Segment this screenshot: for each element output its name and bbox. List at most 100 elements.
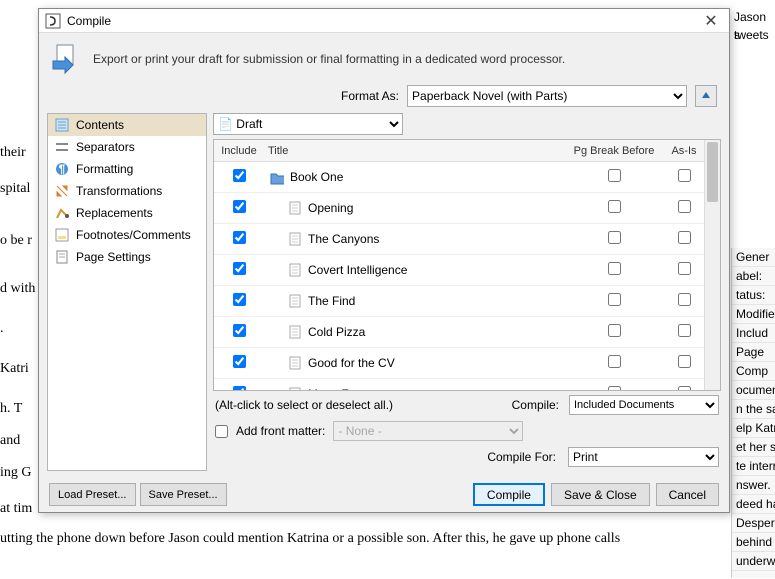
- asis-checkbox[interactable]: [678, 231, 691, 244]
- row-title: The Canyons: [308, 232, 379, 246]
- col-pgbreak[interactable]: Pg Break Before: [564, 145, 664, 157]
- load-preset-button[interactable]: Load Preset...: [49, 483, 136, 506]
- bg-inspector: Generabel:tatus:Modified:IncludPageCompo…: [731, 248, 775, 578]
- compile-nav: Contents Separators¶FormattingTransformat…: [47, 113, 207, 471]
- include-checkbox[interactable]: [233, 262, 246, 275]
- table-row[interactable]: Opening: [214, 193, 704, 224]
- asis-checkbox[interactable]: [678, 200, 691, 213]
- nav-label: Page Settings: [76, 250, 151, 264]
- format-up-button[interactable]: [695, 85, 717, 107]
- app-icon: [45, 13, 61, 29]
- asis-checkbox[interactable]: [678, 293, 691, 306]
- document-icon: [288, 387, 302, 390]
- close-icon[interactable]: ✕: [699, 11, 723, 31]
- inspector-frag: elp Katr: [732, 419, 775, 438]
- col-asis[interactable]: As-Is: [664, 145, 704, 157]
- pgbreak-checkbox[interactable]: [608, 324, 621, 337]
- documents-grid: Include Title Pg Break Before As-Is Book…: [213, 139, 721, 391]
- draft-select[interactable]: 📄 Draft: [213, 113, 403, 135]
- header: Export or print your draft for submissio…: [39, 33, 729, 81]
- document-icon: [288, 201, 302, 215]
- format-as-select[interactable]: Paperback Novel (with Parts): [407, 85, 687, 107]
- row-title: The Find: [308, 294, 355, 308]
- dialog-description: Export or print your draft for submissio…: [93, 52, 565, 66]
- table-row[interactable]: The Canyons: [214, 224, 704, 255]
- asis-checkbox[interactable]: [678, 386, 691, 390]
- inspector-frag: Modified:: [732, 305, 775, 324]
- pgbreak-checkbox[interactable]: [608, 355, 621, 368]
- inspector-frag: ocumen: [732, 381, 775, 400]
- asis-checkbox[interactable]: [678, 324, 691, 337]
- compile-scope-label: Compile:: [512, 398, 559, 412]
- transformations-icon: [54, 183, 70, 199]
- asis-checkbox[interactable]: [678, 262, 691, 275]
- include-checkbox[interactable]: [233, 200, 246, 213]
- col-title[interactable]: Title: [264, 145, 564, 157]
- titlebar: Compile ✕: [39, 9, 729, 33]
- inspector-frag: deed ha: [732, 495, 775, 514]
- asis-checkbox[interactable]: [678, 355, 691, 368]
- front-matter-label: Add front matter:: [236, 424, 325, 438]
- svg-text:¶: ¶: [59, 162, 66, 176]
- pgbreak-checkbox[interactable]: [608, 169, 621, 182]
- table-row[interactable]: Book One: [214, 162, 704, 193]
- asis-checkbox[interactable]: [678, 169, 691, 182]
- inspector-frag: Page: [732, 343, 775, 362]
- col-include[interactable]: Include: [214, 145, 264, 157]
- nav-label: Contents: [76, 118, 124, 132]
- page-icon: [54, 249, 70, 265]
- document-icon: [288, 356, 302, 370]
- pgbreak-checkbox[interactable]: [608, 200, 621, 213]
- compile-for-label: Compile For:: [215, 450, 560, 464]
- include-checkbox[interactable]: [233, 324, 246, 337]
- pgbreak-checkbox[interactable]: [608, 231, 621, 244]
- nav-page[interactable]: Page Settings: [48, 246, 206, 268]
- pgbreak-checkbox[interactable]: [608, 293, 621, 306]
- table-row[interactable]: Moon Face: [214, 379, 704, 390]
- table-row[interactable]: Cold Pizza: [214, 317, 704, 348]
- compile-button[interactable]: Compile: [473, 483, 545, 506]
- nav-separators[interactable]: Separators: [48, 136, 206, 158]
- compile-for-select[interactable]: Print: [568, 447, 719, 467]
- inspector-frag: n the sar: [732, 400, 775, 419]
- nav-replacements[interactable]: Replacements: [48, 202, 206, 224]
- vertical-scrollbar[interactable]: [704, 140, 720, 390]
- formatting-icon: ¶: [54, 161, 70, 177]
- include-checkbox[interactable]: [233, 386, 246, 390]
- select-hint: (Alt-click to select or deselect all.): [215, 398, 393, 412]
- folder-icon: [270, 170, 284, 184]
- table-row[interactable]: Good for the CV: [214, 348, 704, 379]
- nav-transformations[interactable]: Transformations: [48, 180, 206, 202]
- row-title: Good for the CV: [308, 356, 395, 370]
- include-checkbox[interactable]: [233, 293, 246, 306]
- nav-formatting[interactable]: ¶Formatting: [48, 158, 206, 180]
- export-icon: [51, 43, 83, 75]
- pgbreak-checkbox[interactable]: [608, 262, 621, 275]
- compile-scope-select[interactable]: Included Documents: [569, 395, 719, 415]
- include-checkbox[interactable]: [233, 231, 246, 244]
- cancel-button[interactable]: Cancel: [656, 483, 719, 506]
- front-matter-select: - None -: [333, 421, 523, 441]
- inspector-frag: nswer.: [732, 476, 775, 495]
- inspector-frag: behind Li: [732, 533, 775, 552]
- inspector-frag: et her s: [732, 438, 775, 457]
- table-row[interactable]: The Find: [214, 286, 704, 317]
- inspector-frag: abel:: [732, 267, 775, 286]
- inspector-frag: tatus:: [732, 286, 775, 305]
- inspector-frag: Desperat: [732, 514, 775, 533]
- include-checkbox[interactable]: [233, 169, 246, 182]
- row-title: Book One: [290, 170, 343, 184]
- compile-dialog: Compile ✕ Export or print your draft for…: [38, 8, 730, 513]
- front-matter-checkbox[interactable]: [215, 425, 228, 438]
- footnotes-icon: [54, 227, 70, 243]
- include-checkbox[interactable]: [233, 355, 246, 368]
- document-icon: [288, 232, 302, 246]
- save-close-button[interactable]: Save & Close: [551, 483, 650, 506]
- nav-footnotes[interactable]: Footnotes/Comments: [48, 224, 206, 246]
- save-preset-button[interactable]: Save Preset...: [140, 483, 227, 506]
- table-row[interactable]: Covert Intelligence: [214, 255, 704, 286]
- pgbreak-checkbox[interactable]: [608, 386, 621, 390]
- nav-contents[interactable]: Contents: [48, 114, 206, 136]
- inspector-frag: Comp: [732, 362, 775, 381]
- row-title: Cold Pizza: [308, 325, 365, 339]
